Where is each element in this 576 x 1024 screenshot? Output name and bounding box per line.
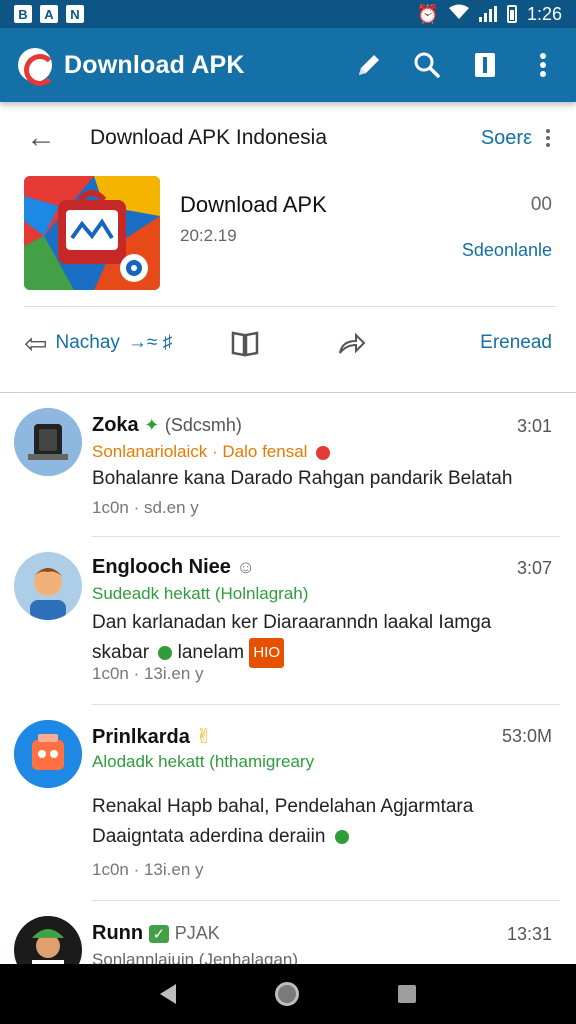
- avatar: [14, 552, 82, 620]
- message-subtitle: Alodadk hekatt (hthamigreary: [92, 752, 315, 771]
- notification-icon: A: [40, 5, 58, 23]
- smiley-icon: ☺: [236, 557, 255, 577]
- list-item[interactable]: Prinlkarda ✌ 53:0M Alodadk hekatt (htham…: [0, 714, 576, 900]
- message-sender: Zoka ✦ (Sdcsmh): [92, 414, 242, 436]
- app-title: Download APK: [64, 50, 245, 79]
- message-subtitle: Sonlanariolaick · Dalo fensal: [92, 442, 331, 462]
- clock: 1:26: [526, 3, 562, 24]
- app-card[interactable]: Download APK 20:2.19 00 Sdeonlanle: [24, 176, 552, 290]
- message-time: 3:07: [516, 558, 552, 578]
- message-sender: Runn ✓ PJAK: [92, 922, 220, 944]
- book-icon: [231, 331, 259, 357]
- message-subtitle: Sudeadk hekatt (Holnlagrah): [92, 584, 309, 603]
- section-divider: [0, 392, 576, 393]
- actions-row: ⇦ Nachay →≈ ♯ Erenead: [0, 312, 576, 374]
- back-icon[interactable]: [159, 984, 176, 1004]
- pin-icon: ✦: [144, 415, 160, 435]
- reply-icon: ⇦: [24, 327, 48, 359]
- message-body: Dan karlanadan ker Diaraaranndn laakal I…: [92, 608, 548, 668]
- list-item[interactable]: Englooch Niee ☺ 3:07 Sudeadk hekatt (Hol…: [0, 546, 576, 704]
- status-bar: B A N ⏰ 1:26: [0, 0, 576, 28]
- list-item[interactable]: Runn ✓ PJAK 13:31 Sonlannlaiuin (Jenhala…: [0, 912, 576, 964]
- message-subtitle: Sonlannlaiuin (Jenhalagan): [92, 950, 299, 964]
- avatar: [14, 720, 82, 788]
- back-arrow-icon[interactable]: ←: [26, 123, 56, 153]
- list-divider: [92, 900, 560, 901]
- reply-suffix: →≈ ♯: [127, 332, 173, 353]
- edit-icon[interactable]: [354, 50, 384, 80]
- message-tag: HIO: [249, 638, 285, 668]
- list-item[interactable]: Zoka ✦ (Sdcsmh) 3:01 Sonlanariolaick · D…: [0, 404, 576, 536]
- list-divider: [92, 536, 560, 537]
- share-label: Erenead: [480, 332, 552, 353]
- avatar: [14, 916, 82, 964]
- message-time: 13:31: [506, 924, 552, 944]
- message-handle: PJAK: [174, 923, 220, 943]
- message-time: 3:01: [516, 416, 552, 436]
- forward-action[interactable]: [336, 329, 366, 357]
- overflow-menu-icon[interactable]: [546, 129, 550, 147]
- wave-icon: ✌: [195, 726, 213, 748]
- app-bar: Download APK: [0, 28, 576, 102]
- message-handle: (Sdcsmh): [164, 415, 242, 435]
- more-vert-icon[interactable]: [528, 50, 558, 80]
- app-count: 00: [530, 194, 552, 215]
- book-action[interactable]: [230, 329, 260, 357]
- alarm-icon: ⏰: [416, 3, 439, 24]
- message-time: 53:0M: [501, 726, 552, 746]
- message-body: Bohalanre kana Darado Rahgan pandarik Be…: [92, 468, 513, 489]
- page-title: Download APK Indonesia: [90, 126, 327, 149]
- message-sender: Prinlkarda ✌: [92, 726, 213, 748]
- message-meta: 1c0n · 13i.en y: [92, 860, 204, 879]
- notification-icons: B A N: [14, 5, 84, 23]
- status-icon: [334, 829, 349, 844]
- forward-icon: [339, 332, 366, 354]
- recents-icon[interactable]: [398, 985, 417, 1003]
- sub-header: ← Download APK Indonesia Soerε: [0, 108, 576, 168]
- message-meta: 1c0n · sd.en y: [92, 498, 199, 517]
- notification-icon: N: [66, 5, 84, 23]
- avatar: [14, 408, 82, 476]
- message-body: Renakal Hapb bahal, Pendelahan Agjarmtar…: [92, 796, 474, 847]
- message-sender: Englooch Niee ☺: [92, 556, 255, 578]
- message-meta: 1c0n · 13i.en y: [92, 664, 204, 683]
- app-name: Download APK: [180, 192, 327, 217]
- search-icon[interactable]: [412, 50, 442, 80]
- reply-action[interactable]: ⇦ Nachay →≈ ♯: [24, 327, 172, 360]
- sub-header-action[interactable]: Soerε: [481, 127, 532, 150]
- signal-icon: [478, 6, 497, 22]
- check-badge-icon: ✓: [148, 924, 170, 943]
- list-divider: [92, 704, 560, 705]
- app-date: 20:2.19: [180, 226, 237, 245]
- status-icon: [158, 646, 173, 660]
- app-card-link[interactable]: Sdeonlanle: [462, 240, 552, 261]
- system-nav-bar: [0, 964, 576, 1024]
- wifi-icon: [448, 4, 469, 25]
- alert-icon: [316, 445, 331, 460]
- app-logo-icon: [18, 48, 56, 86]
- divider: [24, 306, 556, 307]
- home-icon[interactable]: [274, 982, 299, 1006]
- bookmark-icon[interactable]: [470, 50, 500, 80]
- notification-icon: B: [14, 5, 32, 23]
- app-thumbnail: [24, 176, 160, 290]
- reply-label: Nachay: [55, 332, 120, 353]
- share-action[interactable]: Erenead: [480, 332, 552, 354]
- battery-icon: [506, 5, 517, 23]
